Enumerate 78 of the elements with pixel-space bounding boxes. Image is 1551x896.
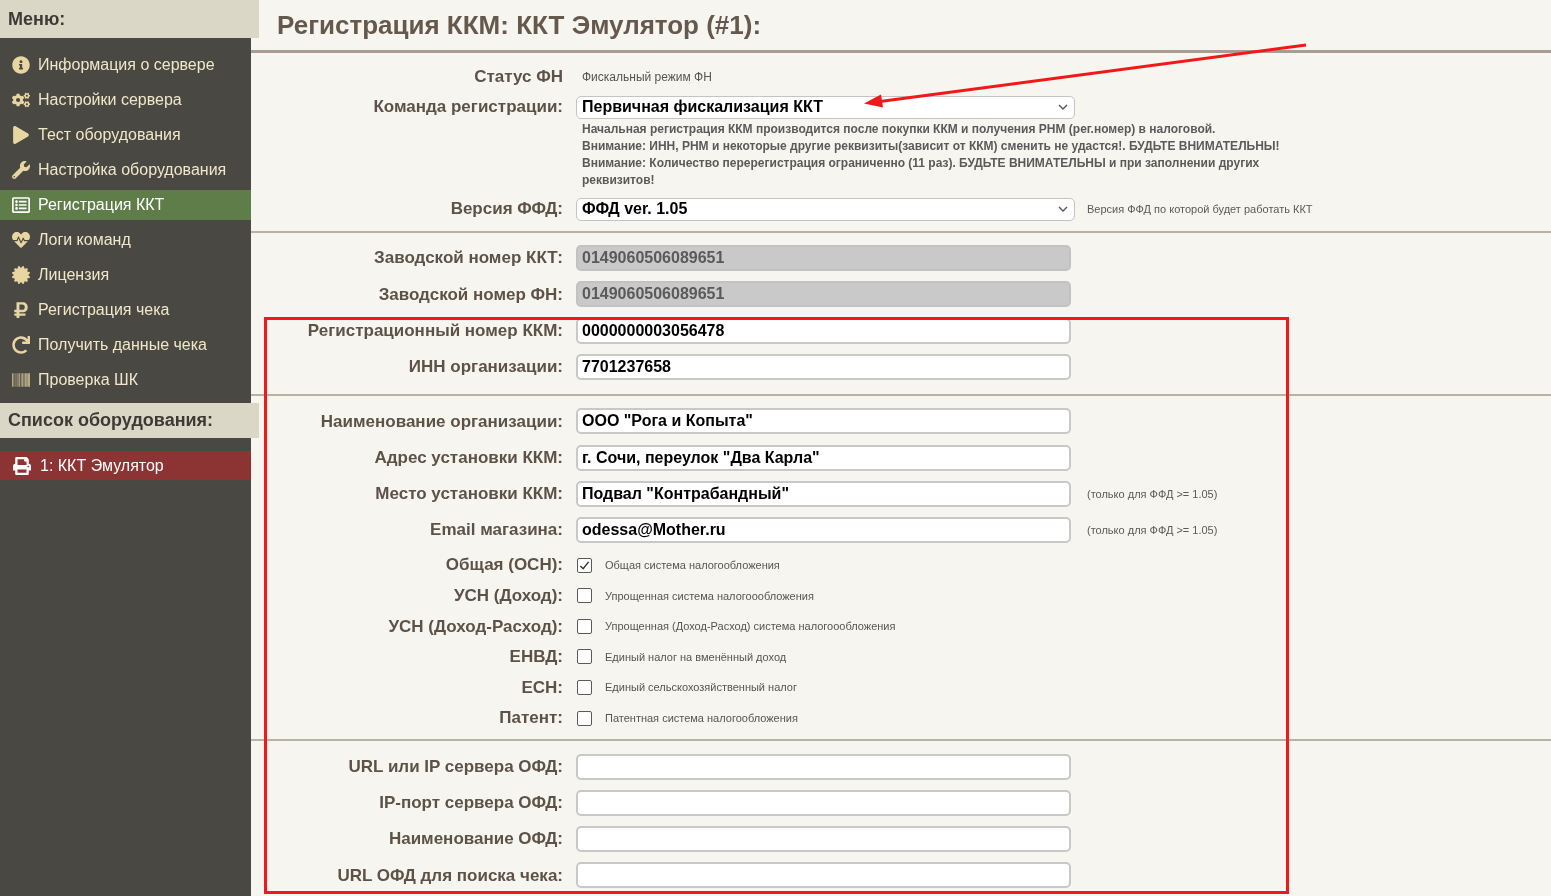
input-field[interactable]: [576, 789, 1071, 816]
field-label: ЕСН:: [521, 676, 563, 699]
wrench-icon: [12, 161, 30, 179]
list-window-icon: [12, 196, 30, 214]
checkbox[interactable]: [577, 710, 592, 726]
checkbox-description: Общая система налогообложения: [605, 557, 780, 573]
checkbox-description: Упрощенная (Доход-Расход) система налогоообложения: [605, 619, 896, 635]
sidebar-item[interactable]: Логи команд: [0, 225, 251, 255]
checkbox[interactable]: [577, 557, 592, 573]
sidebar-item[interactable]: Лицензия: [0, 260, 251, 290]
chevron-down-icon: [1058, 206, 1068, 212]
field-label: Версия ФФД:: [450, 198, 563, 221]
sidebar-item[interactable]: Получить данные чека: [0, 330, 251, 360]
checkbox-description: Упрощенная система налогоообложения: [605, 588, 814, 604]
checkbox-description: Единый сельскохозяйственный налог: [605, 680, 797, 696]
sidebar-item[interactable]: Настройки сервера: [0, 85, 251, 115]
input-field[interactable]: ООО "Рога и Копыта": [576, 408, 1071, 435]
hint-text: (только для ФФД >= 1.05): [1087, 522, 1218, 538]
checkbox[interactable]: [577, 680, 592, 696]
gears-icon: [12, 91, 30, 109]
field-label: Наименование организации:: [320, 410, 563, 433]
input-field[interactable]: [576, 826, 1071, 853]
checkbox[interactable]: [577, 618, 592, 634]
field-label: Заводской номер ККТ:: [374, 247, 563, 270]
hint-text: (только для ФФД >= 1.05): [1087, 486, 1218, 502]
sidebar-heading: Меню:: [0, 0, 259, 38]
checkbox[interactable]: [577, 588, 592, 604]
field-label: IP-порт сервера ОФД:: [379, 792, 563, 815]
field-label: URL или IP сервера ОФД:: [348, 755, 563, 778]
input-field[interactable]: [576, 862, 1071, 889]
input-field[interactable]: [576, 753, 1071, 780]
field-label: ЕНВД:: [509, 646, 563, 669]
checkbox[interactable]: [577, 649, 592, 665]
input-field[interactable]: Подвал "Контрабандный": [576, 480, 1071, 507]
checkbox-description: Единый налог на вменённый доход: [605, 649, 787, 665]
checkbox-description: Патентная система налогообложения: [605, 710, 798, 726]
sidebar-item[interactable]: Тест оборудования: [0, 120, 251, 150]
status-value: Фискальный режим ФН: [582, 69, 712, 86]
field-label: Патент:: [499, 707, 563, 730]
sidebar-item[interactable]: Регистрация чека: [0, 295, 251, 325]
chevron-down-icon: [1058, 104, 1068, 110]
barcode-icon: [12, 371, 30, 389]
input-field[interactable]: odessa@Mother.ru: [576, 517, 1071, 544]
field-label: Команда регистрации:: [373, 96, 563, 119]
input-field[interactable]: 7701237658: [576, 354, 1071, 381]
warning-note: Внимание: ИНН, РНМ и некоторые другие реквизиты(зависит от ККМ) сменить не удастся!. БУДЬТЕ ВНИМАТЕЛЬНЫ!: [582, 138, 1281, 155]
field-label: Заводской номер ФН:: [378, 283, 563, 306]
sidebar-heading: Список оборудования:: [0, 403, 259, 438]
field-label: URL ОФД для поиска чека:: [337, 864, 563, 887]
field-label: Регистрационный номер ККМ:: [307, 320, 563, 342]
field-label: Статус ФН: [474, 66, 563, 89]
printer-icon: [13, 456, 31, 475]
heart-pulse-icon: [12, 231, 30, 249]
field-label: Общая (ОСН):: [445, 554, 563, 577]
circular-arrow-icon: [12, 336, 30, 354]
field-label: Наименование ОФД:: [388, 828, 563, 851]
field-label: Адрес установки ККМ:: [374, 446, 563, 469]
warning-note: Начальная регистрация ККМ производится после покупки ККМ и получения РНМ (рег.номер) в налоговой.: [582, 121, 1217, 138]
field-label: УСН (Доход):: [453, 585, 563, 607]
input-field[interactable]: г. Сочи, переулок "Два Карла": [576, 444, 1071, 471]
field-label: Место установки ККМ:: [375, 483, 563, 506]
info-icon: [12, 56, 30, 74]
dropdown[interactable]: Первичная фискализация ККТ: [576, 95, 1075, 119]
dropdown[interactable]: ФФД ver. 1.05: [576, 197, 1075, 221]
equipment-item[interactable]: 1: ККТ Эмулятор: [0, 451, 251, 480]
warning-note: Внимание: Количество перерегистрация ограниченно (11 раз). БУДЬТЕ ВНИМАТЕЛЬНЫ и при заполнении других реквизитов!: [582, 155, 1261, 189]
page-title: Регистрация ККМ: ККТ Эмулятор (#1):: [277, 8, 762, 42]
sidebar-item[interactable]: Регистрация ККТ: [0, 190, 251, 220]
field-label: ИНН организации:: [408, 356, 563, 379]
field-label: Email магазина:: [430, 519, 563, 542]
hint-text: Версия ФФД по которой будет работать ККТ: [1087, 201, 1313, 217]
ruble-icon: [12, 301, 30, 319]
field-label: УСН (Доход-Расход):: [388, 615, 563, 638]
play-icon: [12, 126, 30, 144]
sidebar-item[interactable]: Информация о сервере: [0, 50, 251, 80]
starburst-icon: [12, 266, 30, 284]
sidebar-item[interactable]: Проверка ШК: [0, 365, 251, 395]
sidebar-item[interactable]: Настройка оборудования: [0, 155, 251, 185]
